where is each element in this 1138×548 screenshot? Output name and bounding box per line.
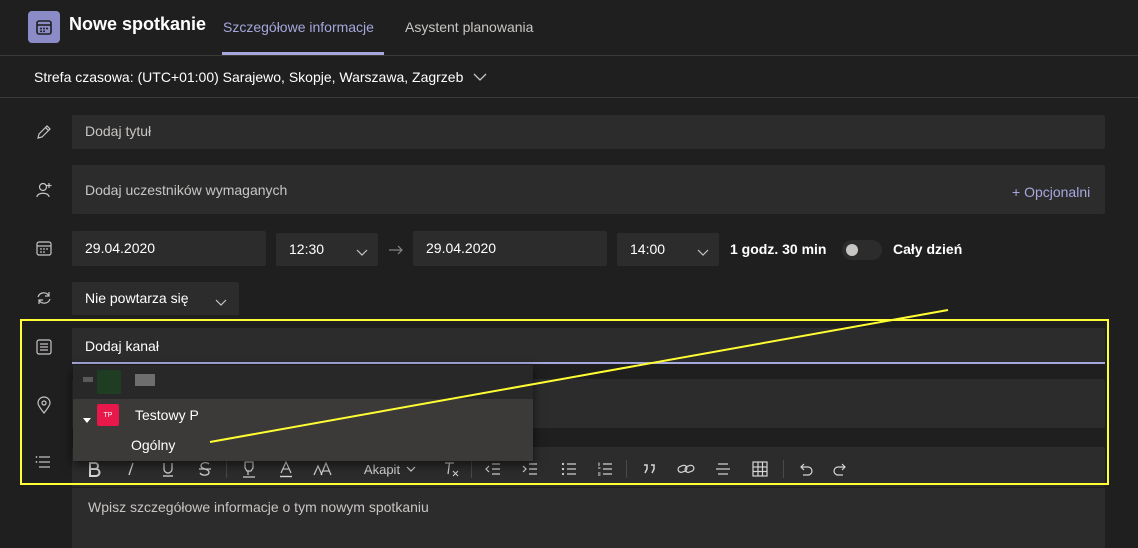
toolbar-separator bbox=[783, 460, 784, 478]
repeat-icon bbox=[34, 288, 54, 308]
page-title: Nowe spotkanie bbox=[69, 14, 207, 34]
chevron-down-icon bbox=[473, 69, 487, 85]
timezone-label: Strefa czasowa: (UTC+01:00) Sarajewo, Sk… bbox=[34, 69, 464, 85]
strikethrough-button[interactable] bbox=[195, 458, 215, 480]
toggle-knob bbox=[846, 244, 858, 256]
bulleted-list-button[interactable] bbox=[559, 458, 579, 480]
toolbar-separator bbox=[626, 460, 627, 478]
title-placeholder: Dodaj tytuł bbox=[85, 123, 152, 139]
end-date-value: 29.04.2020 bbox=[426, 240, 497, 256]
tab-details-underline bbox=[222, 52, 384, 55]
attendees-placeholder: Dodaj uczestników wymaganych bbox=[85, 182, 288, 198]
clear-formatting-button[interactable] bbox=[441, 458, 461, 480]
blurred-team-row[interactable] bbox=[73, 365, 533, 399]
font-color-button[interactable] bbox=[276, 458, 296, 480]
optional-attendees-link[interactable]: + Opcjonalni bbox=[1012, 184, 1090, 200]
text-format-icon bbox=[34, 452, 54, 472]
blurred-avatar bbox=[97, 370, 121, 394]
timezone-selector[interactable]: Strefa czasowa: (UTC+01:00) Sarajewo, Sk… bbox=[34, 69, 487, 85]
decrease-indent-button[interactable] bbox=[483, 458, 503, 480]
channel-dropdown: TP Testowy P Ogólny bbox=[73, 365, 533, 461]
numbered-list-button[interactable] bbox=[595, 458, 615, 480]
all-day-toggle[interactable] bbox=[842, 240, 882, 260]
calendar-icon bbox=[34, 238, 54, 258]
attendees-input[interactable]: Dodaj uczestników wymaganych + Opcjonaln… bbox=[72, 165, 1105, 214]
caret-down-icon bbox=[83, 411, 91, 429]
team-row-testowy[interactable]: TP Testowy P bbox=[73, 399, 533, 430]
team-name: Testowy P bbox=[135, 407, 199, 423]
channel-input[interactable]: Dodaj kanał bbox=[72, 328, 1105, 364]
duration-text: 1 godz. 30 min bbox=[730, 241, 827, 257]
arrow-right-icon bbox=[388, 243, 404, 261]
end-time-select[interactable]: 14:00 bbox=[617, 233, 719, 266]
paragraph-style-select[interactable]: Akapit bbox=[362, 458, 418, 480]
details-placeholder: Wpisz szczegółowe informacje o tym nowym… bbox=[88, 499, 429, 515]
bold-button[interactable] bbox=[84, 458, 104, 480]
channel-item-ogolny[interactable]: Ogólny bbox=[73, 430, 533, 461]
end-time-value: 14:00 bbox=[630, 241, 666, 257]
link-icon[interactable] bbox=[676, 458, 696, 480]
undo-button[interactable] bbox=[795, 458, 815, 480]
table-icon[interactable] bbox=[750, 458, 770, 480]
font-size-button[interactable] bbox=[311, 458, 335, 480]
chevron-down-icon bbox=[215, 294, 227, 312]
italic-button[interactable] bbox=[121, 458, 141, 480]
horizontal-rule-button[interactable] bbox=[713, 458, 733, 480]
paragraph-style-label: Akapit bbox=[363, 461, 401, 477]
increase-indent-button[interactable] bbox=[520, 458, 540, 480]
channel-name: Ogólny bbox=[131, 437, 176, 453]
start-time-select[interactable]: 12:30 bbox=[276, 233, 378, 266]
details-editor[interactable]: Wpisz szczegółowe informacje o tym nowym… bbox=[72, 488, 1105, 548]
underline-button[interactable] bbox=[158, 458, 178, 480]
location-icon bbox=[34, 395, 54, 415]
blurred-team-name bbox=[135, 374, 155, 386]
chevron-down-icon bbox=[406, 466, 416, 473]
tab-scheduling-assistant[interactable]: Asystent planowania bbox=[405, 19, 533, 35]
start-date-value: 29.04.2020 bbox=[85, 240, 156, 256]
repeat-value: Nie powtarza się bbox=[85, 290, 189, 306]
title-input[interactable]: Dodaj tytuł bbox=[72, 115, 1105, 149]
calendar-app-icon bbox=[28, 11, 60, 43]
chevron-down-icon bbox=[356, 244, 368, 262]
end-date-input[interactable]: 29.04.2020 bbox=[413, 231, 607, 266]
team-avatar: TP bbox=[97, 404, 119, 426]
redo-button[interactable] bbox=[831, 458, 851, 480]
pencil-icon bbox=[34, 122, 54, 142]
toolbar-separator bbox=[226, 460, 227, 478]
all-day-label: Cały dzień bbox=[893, 241, 963, 257]
highlight-button[interactable] bbox=[238, 458, 260, 480]
quote-button[interactable] bbox=[639, 458, 659, 480]
channel-icon bbox=[34, 337, 54, 357]
start-date-input[interactable]: 29.04.2020 bbox=[72, 231, 266, 266]
add-person-icon bbox=[34, 180, 54, 200]
repeat-select[interactable]: Nie powtarza się bbox=[72, 282, 239, 315]
blurred-avatar bbox=[83, 377, 93, 382]
channel-placeholder: Dodaj kanał bbox=[85, 338, 159, 354]
tab-details[interactable]: Szczegółowe informacje bbox=[223, 19, 374, 35]
chevron-down-icon bbox=[697, 244, 709, 262]
toolbar-separator bbox=[471, 460, 472, 478]
start-time-value: 12:30 bbox=[289, 241, 325, 257]
